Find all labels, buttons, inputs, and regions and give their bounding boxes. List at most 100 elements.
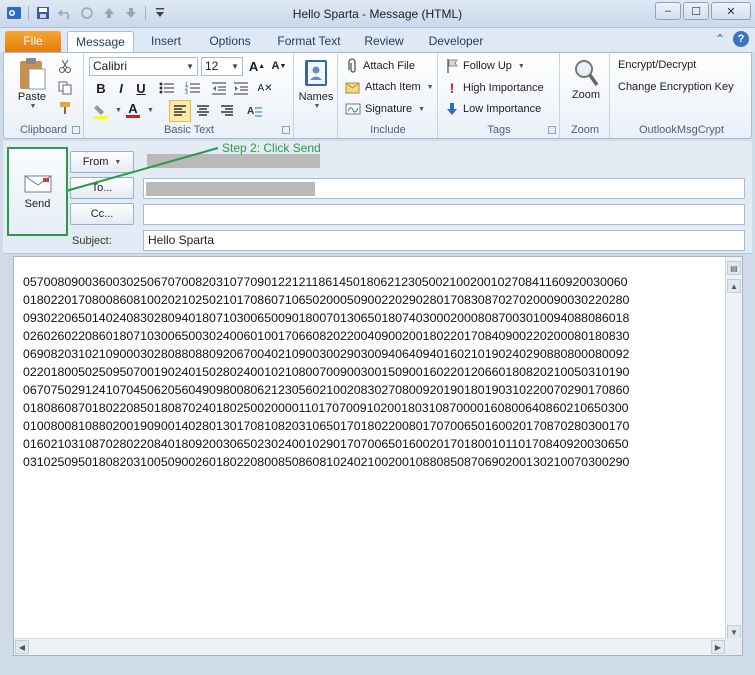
body-line: 0100800810880200190900140280130170810820… [23,419,630,434]
grow-font-icon[interactable]: A ▲ [247,56,267,76]
align-right-icon[interactable] [217,101,237,121]
font-name-combo[interactable]: Calibri ▼ [89,57,198,76]
attach-file-label: Attach File [363,60,415,72]
high-importance-button[interactable]: ! High Importance [445,80,544,96]
bullets-icon[interactable] [157,78,177,98]
font-size-combo[interactable]: 12 ▼ [201,57,243,76]
scroll-down-icon[interactable]: ▼ [727,625,741,639]
paste-button[interactable]: Paste ▼ [12,57,52,110]
tab-message[interactable]: Message [67,31,134,52]
attach-item-button[interactable]: Attach Item ▼ [345,80,434,94]
names-dropdown-icon: ▼ [313,103,321,110]
subject-input[interactable]: Hello Sparta [143,230,745,251]
body-line: 0670750291241070450620560490980080621230… [23,383,630,398]
align-center-icon[interactable] [193,101,213,121]
annotation-text: Step 2: Click Send [222,141,321,155]
maximize-button[interactable]: ☐ [683,2,709,20]
body-line: 0180860870180220850180870240180250020000… [23,401,629,416]
vertical-scrollbar[interactable]: ▤ ▲ ▼ [725,257,742,639]
body-line: 0310250950180820310050900260180220800850… [23,455,630,470]
zoom-button[interactable]: Zoom [565,57,607,101]
signature-button[interactable]: Signature ▼ [345,102,425,116]
signature-icon [345,102,361,116]
cc-button[interactable]: Cc... [70,203,134,225]
to-button[interactable]: To... [70,177,134,199]
basic-text-group-label: Basic Text [164,124,214,136]
group-include: Attach File Attach Item ▼ Signature ▼ In… [339,53,438,138]
encrypt-decrypt-button[interactable]: Encrypt/Decrypt [618,59,696,71]
body-text: 0570080900360030250670700820310770901221… [23,273,729,472]
decrease-indent-icon[interactable] [209,78,229,98]
group-outlookmsgcrypt: Encrypt/Decrypt Change Encryption Key Ou… [611,53,752,138]
clear-formatting-icon[interactable]: A✕ [255,78,275,98]
horizontal-scrollbar[interactable]: ◀ ▶ [14,638,726,655]
font-color-icon[interactable]: A [123,100,143,120]
tags-launcher-icon[interactable] [548,126,556,134]
ruler-toggle-icon[interactable]: ▤ [727,261,741,275]
scroll-right-icon[interactable]: ▶ [711,640,725,654]
attach-item-icon [345,80,361,94]
italic-icon[interactable]: I [111,78,131,98]
body-line: 0570080900360030250670700820310770901221… [23,275,628,289]
tab-file[interactable]: File [5,31,61,52]
basic-text-launcher-icon[interactable] [282,126,290,134]
ribbon: Paste ▼ Clipboard Calibri ▼ 12 ▼ A ▲ A ▼ B… [3,52,752,139]
tab-format-text[interactable]: Format Text [270,31,348,52]
underline-icon[interactable]: U [131,78,151,98]
cc-field[interactable] [143,204,745,225]
scroll-up-icon[interactable]: ▲ [727,279,741,293]
scrollbar-corner [725,638,742,655]
close-button[interactable]: ✕ [711,2,751,20]
shrink-font-icon[interactable]: A ▼ [269,56,289,76]
signature-dropdown-icon: ▼ [418,105,426,113]
body-line: 0930220650140240830280940180710300650090… [23,311,630,326]
highlight-dropdown-icon[interactable]: ▼ [115,107,122,114]
address-book-icon [303,59,329,87]
body-line: 0690820310210900030280880880920670040210… [23,347,630,362]
send-label: Send [24,197,51,210]
font-color-dropdown-icon[interactable]: ▼ [147,107,154,114]
copy-icon[interactable] [58,81,72,95]
message-header: Send From ▼ To... Cc... Subject: Hello S… [3,141,752,254]
tab-review[interactable]: Review [356,31,412,52]
scroll-left-icon[interactable]: ◀ [15,640,29,654]
attach-file-button[interactable]: Attach File [345,58,415,74]
title-bar: Hello Sparta - Message (HTML) – ☐ ✕ [0,0,755,28]
zoom-label: Zoom [571,89,601,101]
from-button[interactable]: From ▼ [70,151,134,173]
body-line: 0260260220860180710300650030240060100170… [23,329,630,344]
minimize-button[interactable]: – [655,2,681,20]
styles-icon[interactable]: A [245,101,265,121]
tab-options[interactable]: Options [200,31,260,52]
follow-up-button[interactable]: Follow Up ▼ [445,58,525,74]
high-importance-label: High Importance [463,82,544,94]
ribbon-help: ⌃ ? [715,31,749,47]
cut-icon[interactable] [58,59,72,73]
group-basic-text: Calibri ▼ 12 ▼ A ▲ A ▼ B I U 123 A✕ ▼ A ▼ [85,53,294,138]
help-icon[interactable]: ? [733,31,749,47]
attach-item-label: Attach Item [365,81,421,93]
message-body[interactable]: 0570080900360030250670700820310770901221… [13,256,743,656]
font-size-value: 12 [205,59,219,73]
subject-label: Subject: [72,235,112,247]
highlight-color-icon[interactable] [91,101,111,121]
from-dropdown-icon: ▼ [114,158,122,166]
format-painter-icon[interactable] [58,101,72,115]
body-line: 0220180050250950700190240150280240010210… [23,365,630,380]
tab-developer[interactable]: Developer [420,31,492,52]
group-tags: Follow Up ▼ ! High Importance Low Import… [439,53,560,138]
send-envelope-icon [24,174,52,194]
to-address-redacted [146,182,315,196]
send-button[interactable]: Send [7,147,68,236]
numbering-icon[interactable]: 123 [183,78,203,98]
low-importance-button[interactable]: Low Importance [445,102,541,116]
collapse-ribbon-icon[interactable]: ⌃ [715,32,725,46]
change-encryption-key-button[interactable]: Change Encryption Key [618,81,734,93]
clipboard-launcher-icon[interactable] [72,126,80,134]
increase-indent-icon[interactable] [231,78,251,98]
low-importance-label: Low Importance [463,103,542,115]
address-book-button[interactable]: Names ▼ [297,59,335,110]
align-left-icon[interactable] [169,100,191,122]
tab-insert[interactable]: Insert [140,31,192,52]
bold-icon[interactable]: B [91,78,111,98]
